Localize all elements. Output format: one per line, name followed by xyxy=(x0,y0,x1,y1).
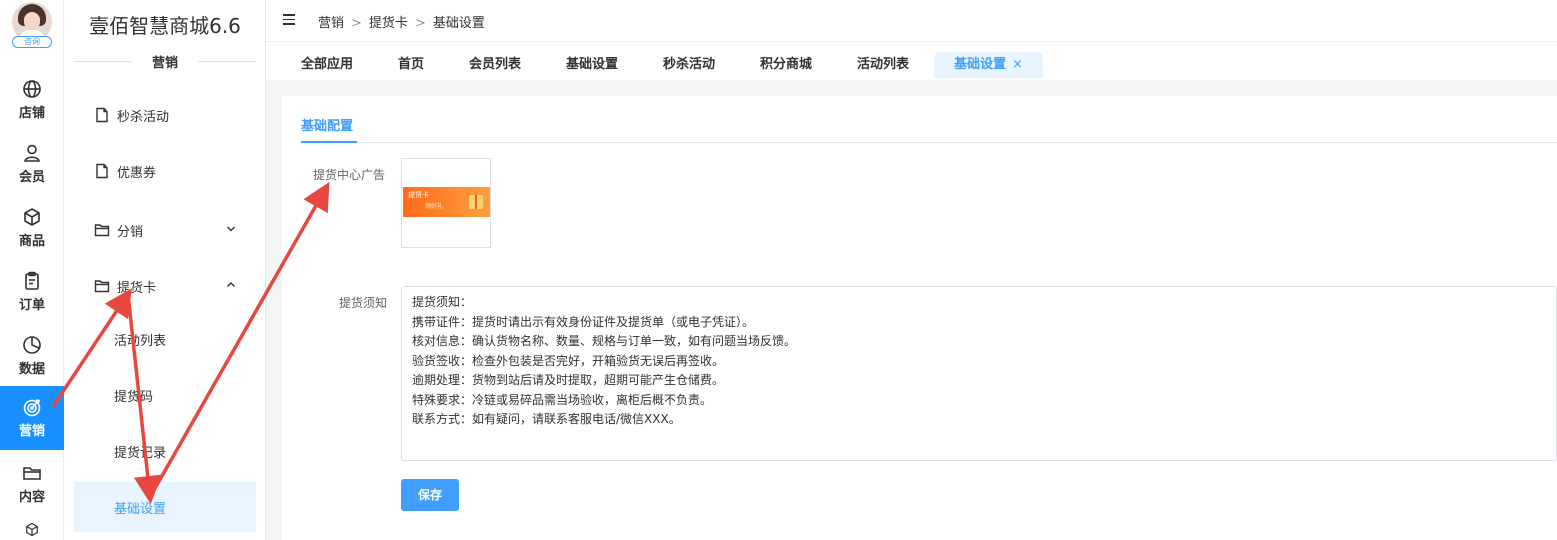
ad-banner-image: 提货卡 领好礼 xyxy=(403,187,490,217)
sidebar: 壹佰智慧商城6.6 营销 秒杀活动 优惠券 分销 提货卡 活动列表 提货码 提货… xyxy=(64,0,266,540)
file-icon xyxy=(96,107,108,123)
sidebar-item-label: 分销 xyxy=(117,224,144,240)
box-icon xyxy=(26,522,38,537)
folder-icon xyxy=(23,467,41,480)
rail-item-content[interactable]: 内容 xyxy=(0,452,64,516)
rail-item-members[interactable]: 会员 xyxy=(0,132,64,196)
icon-rail: 咨询 店铺 会员 商品 订单 数据 营销 内容 xyxy=(0,0,64,540)
save-button[interactable]: 保存 xyxy=(401,479,459,511)
target-icon xyxy=(23,399,41,417)
pie-chart-icon xyxy=(23,336,41,354)
close-icon[interactable]: × xyxy=(1012,57,1023,72)
rail-item-more[interactable] xyxy=(0,516,64,540)
banner-subtitle: 领好礼 xyxy=(425,203,444,210)
file-icon xyxy=(96,163,108,179)
sidebar-section-title: 营销 xyxy=(74,52,256,72)
sidebar-subitem-label: 活动列表 xyxy=(114,333,167,349)
divider xyxy=(301,142,1557,143)
breadcrumb: 营销 > 提货卡 > 基础设置 xyxy=(318,12,485,31)
sidebar-subitem-label: 基础设置 xyxy=(114,501,167,517)
rail-item-marketing[interactable]: 营销 xyxy=(0,386,64,450)
tab-points-mall[interactable]: 积分商城 xyxy=(760,52,812,78)
role-badge: 咨询 xyxy=(12,36,52,48)
sidebar-item-label: 秒杀活动 xyxy=(117,109,170,125)
folder-icon xyxy=(94,224,110,237)
rail-item-label: 数据 xyxy=(18,362,45,377)
tab-activity-list[interactable]: 活动列表 xyxy=(857,52,909,78)
rail-item-label: 商品 xyxy=(18,234,45,249)
sidebar-item-flash-sale[interactable]: 秒杀活动 xyxy=(74,91,256,139)
sidebar-item-pickup-card[interactable]: 提货卡 xyxy=(74,262,256,310)
top-bar: 营销 > 提货卡 > 基础设置 xyxy=(266,0,1557,42)
rail-item-goods[interactable]: 商品 xyxy=(0,196,64,260)
rail-item-data[interactable]: 数据 xyxy=(0,324,64,388)
tab-basic-settings[interactable]: 基础设置 xyxy=(566,52,618,78)
user-icon xyxy=(24,144,40,162)
tab-strip: 全部应用 首页 会员列表 基础设置 秒杀活动 积分商城 活动列表 基础设置 × xyxy=(266,42,1557,80)
banner-title: 提货卡 xyxy=(408,191,429,199)
tab-indicator xyxy=(301,141,357,143)
breadcrumb-separator: > xyxy=(351,16,362,31)
chevron-up-icon xyxy=(227,282,235,287)
tab-member-list[interactable]: 会员列表 xyxy=(469,52,521,78)
breadcrumb-item: 基础设置 xyxy=(432,16,485,31)
folder-icon xyxy=(94,280,110,293)
breadcrumb-item[interactable]: 提货卡 xyxy=(369,16,408,31)
rail-item-label: 订单 xyxy=(18,298,45,313)
tab-label: 基础设置 xyxy=(954,57,1007,72)
globe-icon xyxy=(23,80,41,98)
brand-title: 壹佰智慧商城6.6 xyxy=(89,14,241,38)
sidebar-subitem-label: 提货码 xyxy=(114,389,154,405)
rail-item-label: 会员 xyxy=(18,170,45,185)
sidebar-item-label: 优惠券 xyxy=(117,165,157,181)
tab-basic-settings-active[interactable]: 基础设置 × xyxy=(934,52,1043,78)
sidebar-subitem-activity-list[interactable]: 活动列表 xyxy=(74,314,256,364)
tab-all-apps[interactable]: 全部应用 xyxy=(301,52,353,78)
ad-label: 提货中心广告 xyxy=(313,168,386,182)
chevron-down-icon xyxy=(227,226,235,232)
rail-item-orders[interactable]: 订单 xyxy=(0,260,64,324)
rail-item-label: 营销 xyxy=(18,424,45,439)
sidebar-item-label: 提货卡 xyxy=(117,280,157,296)
sidebar-subitem-label: 提货记录 xyxy=(114,445,167,461)
sidebar-subitem-pickup-records[interactable]: 提货记录 xyxy=(74,426,256,476)
notice-label: 提货须知 xyxy=(339,296,388,310)
sidebar-subitem-basic-settings[interactable]: 基础设置 xyxy=(74,482,256,532)
tab-flash-sale[interactable]: 秒杀活动 xyxy=(663,52,715,78)
sidebar-subitem-pickup-code[interactable]: 提货码 xyxy=(74,370,256,420)
breadcrumb-item[interactable]: 营销 xyxy=(318,16,344,31)
tab-basic-config[interactable]: 基础配置 xyxy=(301,115,353,134)
box-icon xyxy=(24,208,40,226)
menu-toggle-icon[interactable] xyxy=(283,14,295,25)
clipboard-icon xyxy=(25,271,39,290)
notice-textarea[interactable]: 提货须知： 携带证件：提货时请出示有效身份证件及提货单（或电子凭证）。 核对信息… xyxy=(401,286,1557,461)
rail-item-label: 店铺 xyxy=(18,106,45,121)
sidebar-item-coupon[interactable]: 优惠券 xyxy=(74,147,256,195)
rail-item-store[interactable]: 店铺 xyxy=(0,68,64,132)
rail-item-label: 内容 xyxy=(18,490,45,505)
gift-icon xyxy=(469,195,483,209)
breadcrumb-separator: > xyxy=(414,16,426,31)
sidebar-item-distribution[interactable]: 分销 xyxy=(74,206,256,254)
tab-home[interactable]: 首页 xyxy=(398,52,424,78)
settings-panel: 基础配置 提货中心广告 提货卡 领好礼 提货须知 提货须知： 携带证件：提货时请… xyxy=(282,96,1557,540)
ad-image-upload[interactable]: 提货卡 领好礼 xyxy=(401,158,491,248)
